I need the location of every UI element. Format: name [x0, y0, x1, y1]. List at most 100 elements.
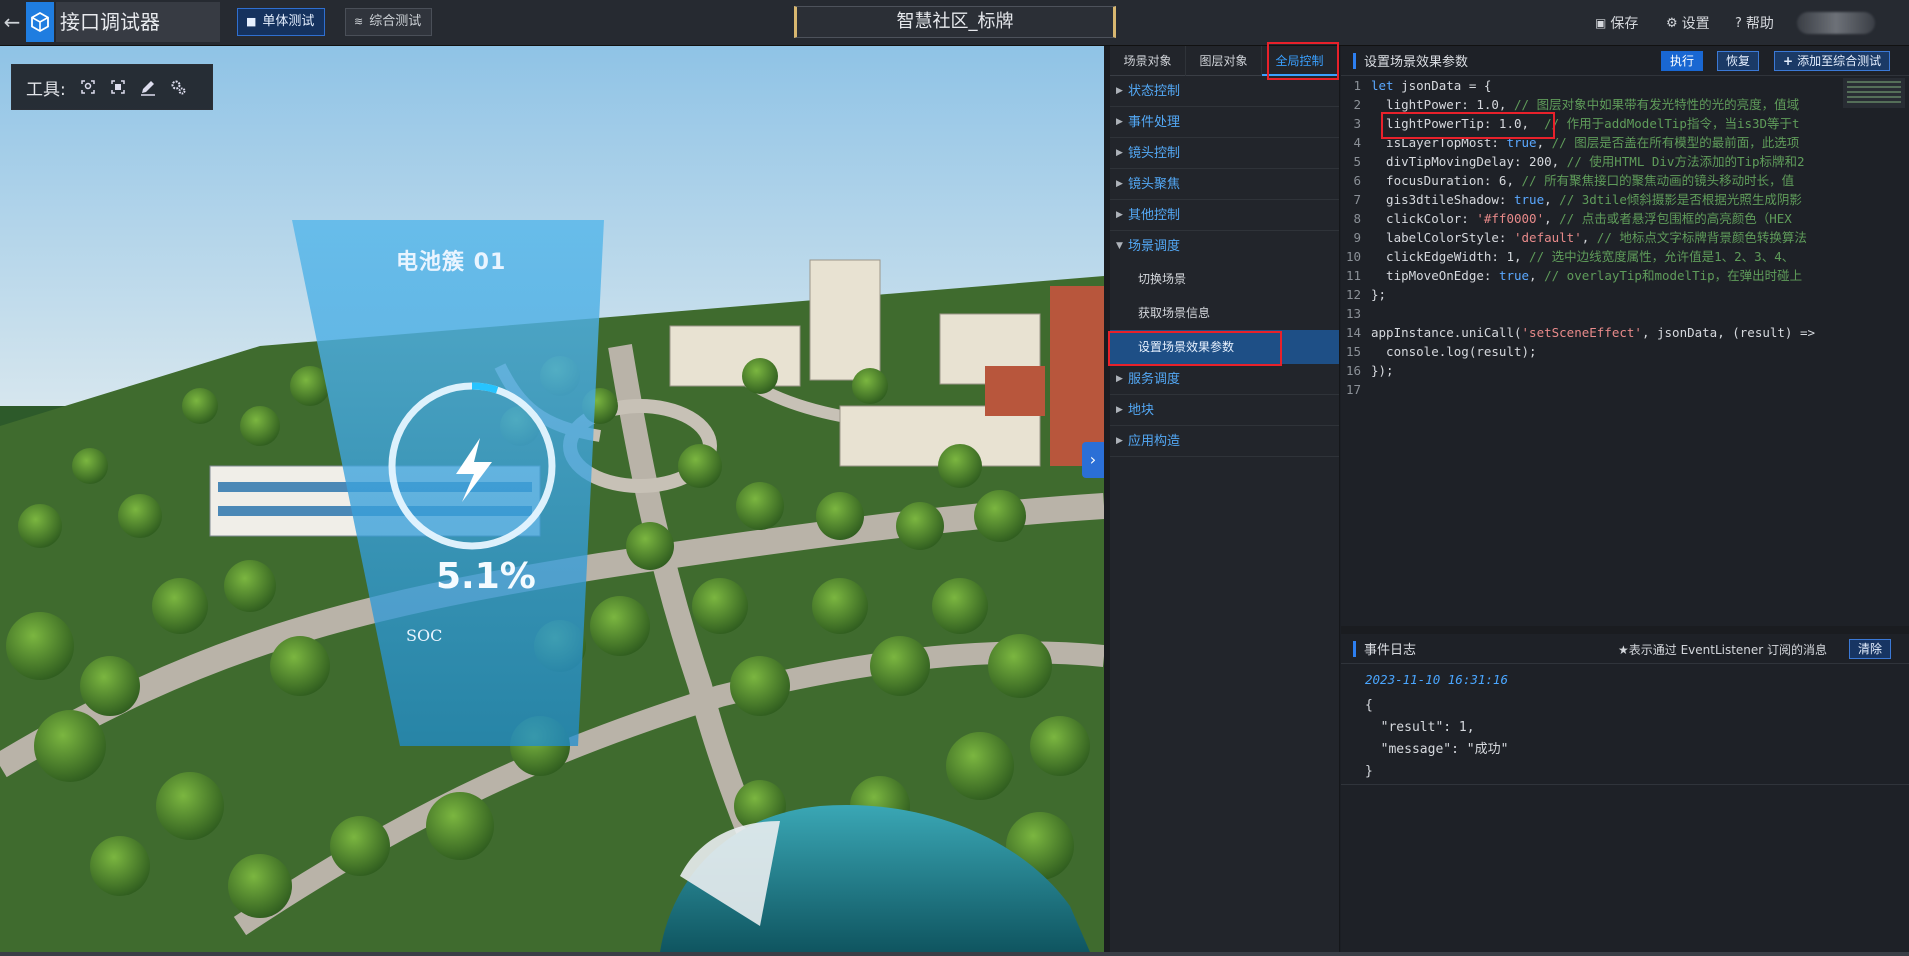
line-text: }); [1371, 363, 1394, 378]
plus-icon: + [1783, 54, 1794, 68]
bottom-status-strip [0, 952, 1909, 956]
app-logo-icon [26, 2, 54, 42]
code-line: 14 appInstance.uniCall('setSceneEffect', … [1341, 323, 1909, 342]
add-to-combined-button[interactable]: + 添加至综合测试 [1774, 51, 1891, 71]
line-text: console.log(result); [1371, 344, 1537, 359]
line-number: 17 [1345, 382, 1361, 397]
caret-down-icon: ▼ [1116, 241, 1123, 251]
panel-tabs: 场景对象 图层对象 全局控制 [1110, 46, 1339, 76]
clear-button[interactable]: 清除 [1849, 639, 1892, 659]
save-icon: ▣ [1595, 16, 1607, 30]
tree-item-label: 其他控制 [1128, 208, 1181, 223]
line-text: lightPowerTip: 1.0, // 作用于addModelTip指令，… [1371, 116, 1800, 131]
tree-item-label: 应用构造 [1128, 434, 1181, 449]
code-line: 17 [1341, 380, 1909, 399]
log-line: "result": 1, [1365, 720, 1475, 735]
tab-combined-test-label: 综合测试 [369, 14, 422, 29]
tab-scene-objects[interactable]: 场景对象 [1110, 46, 1186, 76]
tree-item-land-parcel[interactable]: ▶ 地块 [1110, 395, 1339, 426]
line-text: appInstance.uniCall('setSceneEffect', js… [1371, 325, 1816, 340]
soc-label: SOC [406, 626, 443, 645]
tab-global-control[interactable]: 全局控制 [1262, 46, 1338, 76]
panel-collapse-chevron-icon[interactable]: › [1082, 442, 1104, 478]
code-panel: 设置场景效果参数 执行 恢复 + 添加至综合测试 1 let jsonData = … [1341, 46, 1909, 626]
tab-layer-objects[interactable]: 图层对象 [1186, 46, 1262, 76]
line-number: 14 [1345, 325, 1361, 340]
gear-icon: ⚙ [1666, 15, 1678, 31]
tree-item-service-scheduling[interactable]: ▶ 服务调度 [1110, 364, 1339, 395]
tree-item-label: 镜头控制 [1128, 146, 1181, 161]
back-arrow-icon[interactable]: ← [2, 10, 22, 34]
help-button[interactable]: ? 帮助 [1735, 13, 1774, 33]
code-line: 5 divTipMovingDelay: 200, // 使用HTML Div方… [1341, 152, 1909, 171]
code-line: 8 clickColor: '#ff0000', // 点击或者悬浮包围框的高亮… [1341, 209, 1909, 228]
line-number: 16 [1345, 363, 1361, 378]
line-text: gis3dtileShadow: true, // 3dtile倾斜摄影是否根据… [1371, 192, 1802, 207]
viewport-toolbox: 工具: [11, 64, 213, 110]
restore-button[interactable]: 恢复 [1717, 51, 1760, 71]
cube-icon: ■ [246, 15, 257, 28]
tree-item-label: 事件处理 [1128, 115, 1181, 130]
tree-item-other-control[interactable]: ▶ 其他控制 [1110, 200, 1339, 231]
tree-item-state-control[interactable]: ▶ 状态控制 [1110, 76, 1339, 107]
help-icon: ? [1735, 15, 1742, 31]
event-log-divider [1341, 784, 1909, 785]
event-timestamp: 2023-11-10 16:31:16 [1365, 672, 1508, 687]
run-button[interactable]: 执行 [1661, 51, 1704, 71]
tree-item-scene-scheduling[interactable]: ▼ 场景调度 [1110, 231, 1339, 262]
code-minimap[interactable] [1843, 78, 1905, 108]
line-text: labelColorStyle: 'default', // 地标点文字标牌背景… [1371, 230, 1807, 245]
tree-item-camera-focus[interactable]: ▶ 镜头聚焦 [1110, 169, 1339, 200]
layers-icon: ≋ [354, 15, 364, 28]
code-editor[interactable]: 1 let jsonData = {2 lightPower: 1.0, // 图… [1341, 76, 1909, 626]
tree-item-app-construction[interactable]: ▶ 应用构造 [1110, 426, 1339, 457]
scene-viewport[interactable]: 电池簇 01 5.1% SOC 工具: › [0, 46, 1104, 952]
line-text: tipMoveOnEdge: true, // overlayTip和model… [1371, 268, 1803, 283]
code-line: 9 labelColorStyle: 'default', // 地标点文字标牌… [1341, 228, 1909, 247]
tree-subitem-get-scene-info[interactable]: 获取场景信息 [1110, 296, 1339, 330]
line-number: 11 [1345, 268, 1361, 283]
pen-draw-icon[interactable] [138, 77, 158, 97]
code-line: 7 gis3dtileShadow: true, // 3dtile倾斜摄影是否… [1341, 190, 1909, 209]
top-bar: ← 接口调试器 ■ 单体测试 ≋ 综合测试 智慧社区_标牌 ▣ 保存 ⚙ 设置 … [0, 0, 1909, 46]
line-text: }; [1371, 287, 1387, 302]
soc-percent: 5.1% [436, 556, 536, 597]
tab-combined-test[interactable]: ≋ 综合测试 [345, 8, 433, 36]
line-number: 15 [1345, 344, 1361, 359]
caret-right-icon: ▶ [1116, 148, 1123, 158]
project-title: 智慧社区_标牌 [794, 6, 1116, 38]
add-to-combined-label: 添加至综合测试 [1797, 54, 1882, 68]
tree-item-event-handling[interactable]: ▶ 事件处理 [1110, 107, 1339, 138]
locate-pin-icon[interactable] [78, 77, 98, 97]
code-line: 6 focusDuration: 6, // 所有聚焦接口的聚焦动画的镜头移动时… [1341, 171, 1909, 190]
line-number: 13 [1345, 306, 1361, 321]
tree-subitem-set-scene-effect[interactable]: 设置场景效果参数 [1110, 330, 1339, 364]
help-label: 帮助 [1745, 16, 1774, 32]
line-number: 12 [1345, 287, 1361, 302]
frame-select-icon[interactable] [108, 77, 128, 97]
event-listener-hint: ★表示通过 EventListener 订阅的消息 [1618, 643, 1828, 657]
tree-item-label: 服务调度 [1128, 372, 1181, 387]
line-number: 5 [1353, 154, 1361, 169]
settings-button[interactable]: ⚙ 设置 [1666, 13, 1710, 33]
code-line: 12}; [1341, 285, 1909, 304]
code-line: 16}); [1341, 361, 1909, 380]
line-number: 2 [1353, 97, 1361, 112]
tab-single-test-label: 单体测试 [262, 14, 315, 29]
settings-gears-icon[interactable] [168, 77, 188, 97]
tree-item-camera-control[interactable]: ▶ 镜头控制 [1110, 138, 1339, 169]
save-button[interactable]: ▣ 保存 [1595, 13, 1638, 33]
code-line: 2 lightPower: 1.0, // 图层对象中如果带有发光特性的光的亮度… [1341, 95, 1909, 114]
tree-subitem-switch-scene[interactable]: 切换场景 [1110, 262, 1339, 296]
user-avatar-blurred[interactable] [1797, 12, 1875, 34]
caret-right-icon: ▶ [1116, 405, 1123, 415]
code-line: 15 console.log(result); [1341, 342, 1909, 361]
tools-label: 工具: [26, 79, 66, 100]
horizontal-splitter[interactable] [1341, 626, 1909, 634]
line-text: isLayerTopMost: true, // 图层是否盖在所有模型的最前面，… [1371, 135, 1800, 150]
code-line: 4 isLayerTopMost: true, // 图层是否盖在所有模型的最前… [1341, 133, 1909, 152]
caret-right-icon: ▶ [1116, 210, 1123, 220]
line-text: divTipMovingDelay: 200, // 使用HTML Div方法添… [1371, 154, 1805, 169]
tab-single-test[interactable]: ■ 单体测试 [237, 8, 326, 36]
line-number: 9 [1353, 230, 1361, 245]
